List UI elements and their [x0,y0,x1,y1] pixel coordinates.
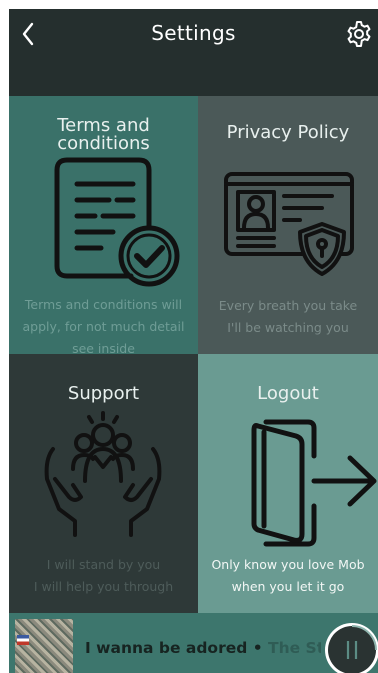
privacy-tile[interactable]: Privacy Policy Every breath you take I'l… [198,96,378,354]
support-desc-line1: I will stand by you [46,557,161,572]
now-playing-text[interactable]: I wanna be adored • The Stone Roses [85,639,321,657]
support-title: Support [67,383,140,404]
page-title: Settings [151,21,236,45]
settings-screen: Settings Terms and conditions Terms and … [9,9,378,673]
logout-tile[interactable]: Logout Only know you love Mob when you l… [198,354,378,613]
album-cover[interactable] [15,619,73,673]
terms-title-line2: conditions [57,133,150,154]
logout-desc-line2: when you let it go [231,579,345,594]
pause-icon[interactable] [323,621,378,673]
gear-icon[interactable] [344,19,374,49]
album-cover-flag [17,635,29,645]
id-card-shield-icon [224,172,354,276]
exit-door-icon [251,419,377,547]
header-bar: Settings [9,9,378,96]
terms-tile[interactable]: Terms and conditions Terms and condition… [9,96,198,356]
terms-desc-line2: apply, for not much detail [22,319,185,334]
track-title: I wanna be adored [85,639,248,657]
track-artist: The Stone Roses [268,639,321,657]
hands-people-icon [44,411,162,537]
mini-player[interactable]: I wanna be adored • The Stone Roses [9,613,378,673]
document-check-icon [54,157,180,287]
logout-title: Logout [257,383,319,404]
track-separator: • [247,639,269,657]
privacy-title: Privacy Policy [226,122,350,143]
logout-desc-line1: Only know you love Mob [211,557,365,572]
privacy-desc-line2: I'll be watching you [227,320,349,335]
support-tile[interactable]: Support I will stand by you I will help … [9,354,198,613]
support-desc-line2: I will help you through [33,579,174,594]
terms-desc-line1: Terms and conditions will [24,297,183,312]
privacy-desc-line1: Every breath you take [218,298,358,313]
